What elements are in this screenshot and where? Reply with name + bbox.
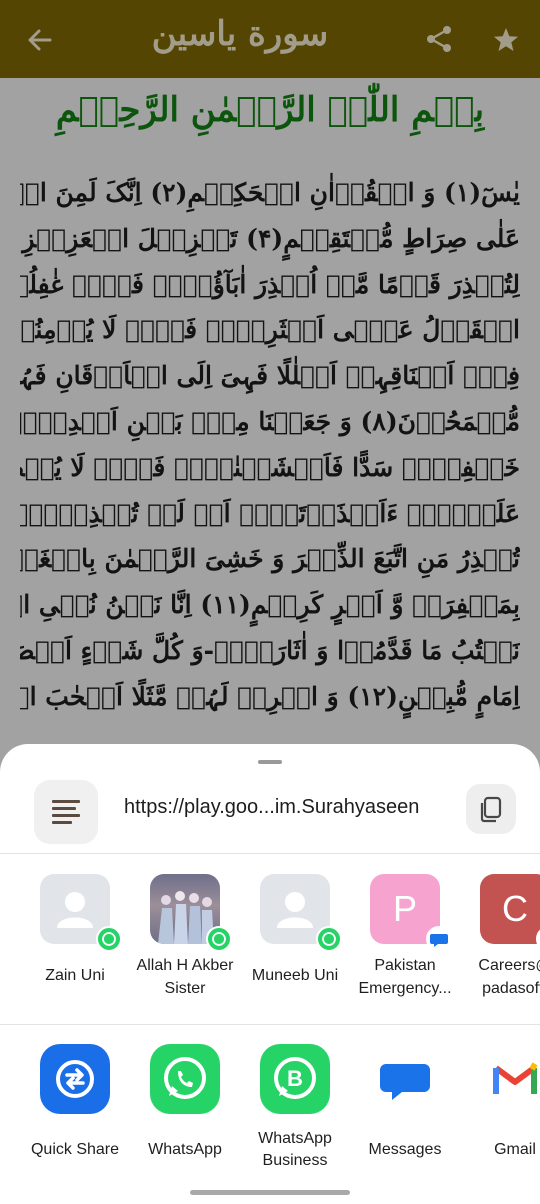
copy-button[interactable] xyxy=(466,784,516,834)
contact-careers-padasoft[interactable]: C Careers@ padasoft. xyxy=(460,874,540,1004)
whatsapp-business-icon: B xyxy=(260,1044,330,1114)
contact-name: Pakistan Emergency... xyxy=(358,957,452,997)
app-label: Gmail xyxy=(494,1141,536,1158)
drag-handle[interactable] xyxy=(258,760,282,764)
avatar: C xyxy=(480,874,540,944)
app-label: Quick Share xyxy=(30,1141,120,1158)
contact-zain-uni[interactable]: Zain Uni xyxy=(20,874,130,1004)
copy-icon xyxy=(480,796,502,823)
share-target-whatsapp-business[interactable]: B WhatsApp Business xyxy=(240,1044,350,1184)
messages-icon xyxy=(370,1044,440,1114)
app-label: WhatsApp Business xyxy=(258,1130,332,1169)
svg-text:B: B xyxy=(287,1066,303,1091)
share-sheet: https://play.goo...im.Surahyaseen Zain U… xyxy=(0,744,540,1204)
divider xyxy=(0,1024,540,1025)
share-target-messages[interactable]: Messages xyxy=(350,1044,460,1184)
contact-allah-h-akber-sister[interactable]: Allah H Akber Sister xyxy=(130,874,240,1004)
share-target-whatsapp[interactable]: WhatsApp xyxy=(130,1044,240,1184)
contact-pakistan-emergency[interactable]: P Pakistan Emergency... xyxy=(350,874,460,1004)
messages-badge-icon xyxy=(426,926,452,952)
divider xyxy=(0,853,540,854)
gmail-icon xyxy=(480,1044,540,1114)
text-preview-icon xyxy=(34,780,98,844)
whatsapp-badge-icon xyxy=(316,926,342,952)
share-target-quick-share[interactable]: Quick Share xyxy=(20,1044,130,1184)
app-label: Messages xyxy=(368,1141,442,1158)
avatar-letter: C xyxy=(502,888,528,929)
contact-muneeb-uni[interactable]: Muneeb Uni xyxy=(240,874,350,1004)
whatsapp-badge-icon xyxy=(206,926,232,952)
shared-link-text: https://play.goo...im.Surahyaseen xyxy=(124,796,420,818)
share-target-gmail[interactable]: Gmail xyxy=(460,1044,540,1184)
app-label: WhatsApp xyxy=(148,1141,222,1158)
quick-share-icon xyxy=(40,1044,110,1114)
whatsapp-badge-icon xyxy=(96,926,122,952)
contact-name: Careers@ padasoft. xyxy=(478,957,540,997)
contact-name: Zain Uni xyxy=(45,967,105,984)
whatsapp-icon xyxy=(150,1044,220,1114)
contact-name: Allah H Akber Sister xyxy=(136,957,234,997)
contact-name: Muneeb Uni xyxy=(251,967,339,984)
gesture-navigation-bar[interactable] xyxy=(190,1190,350,1195)
